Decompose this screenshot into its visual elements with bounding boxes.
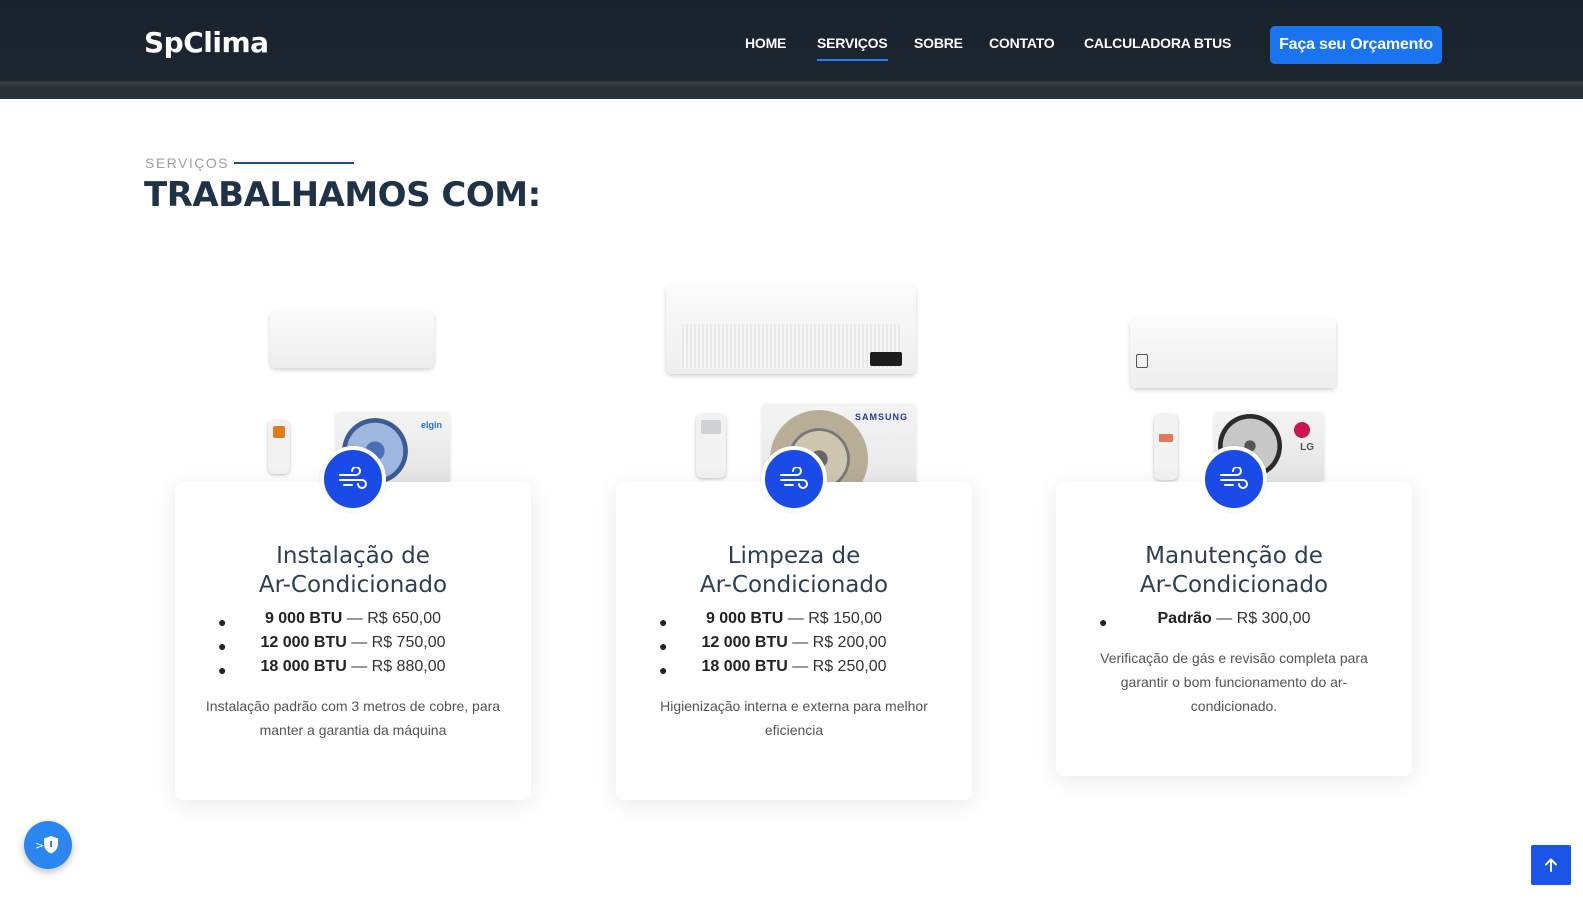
price-list: ● 9 000 BTU — R$ 150,00 ● 12 000 BTU — R$ …: [616, 610, 972, 682]
nav-calculadora-btus[interactable]: CALCULADORA BTUS: [1084, 35, 1231, 51]
card-title: Manutenção de Ar-Condicionado: [1139, 543, 1329, 598]
price-list: ● Padrão — R$ 300,00: [1056, 610, 1412, 634]
price-item: ● 9 000 BTU — R$ 650,00: [218, 610, 442, 630]
brand-label: elgin: [420, 420, 442, 430]
brand-label: LG: [1300, 442, 1314, 453]
back-to-top-button[interactable]: [1531, 845, 1571, 885]
card-description: Verificação de gás e revisão completa pa…: [1100, 650, 1368, 714]
price-list: ● 9 000 BTU — R$ 650,00 ● 12 000 BTU — R$ …: [175, 610, 531, 682]
price-item: ● 12 000 BTU — R$ 200,00: [659, 634, 887, 654]
remote-control: [1154, 414, 1178, 480]
price-item: ● 18 000 BTU — R$ 880,00: [218, 658, 446, 678]
brand-logo[interactable]: SpClima: [144, 26, 269, 59]
svg-text:>: >: [35, 839, 44, 852]
card-description: Higienização interna e externa para melh…: [660, 698, 928, 738]
indoor-unit: [1130, 318, 1336, 388]
wind-icon: [1201, 446, 1267, 512]
brand-label: SAMSUNG: [854, 412, 908, 422]
section-title: TRABALHAMOS COM:: [144, 175, 541, 215]
quote-button[interactable]: Faça seu Orçamento: [1270, 26, 1442, 64]
arrow-up-icon: [1543, 857, 1559, 873]
card-title: Instalação de Ar-Condicionado: [258, 543, 448, 598]
price-item: ● 18 000 BTU — R$ 250,00: [659, 658, 887, 678]
price-item: ● 12 000 BTU — R$ 750,00: [218, 634, 446, 654]
section-kicker: SERVIÇOS: [145, 155, 230, 171]
privacy-shield-button[interactable]: >: [24, 821, 72, 869]
nav-contato[interactable]: CONTATO: [989, 35, 1055, 51]
service-card-instalacao: Instalação de Ar-Condicionado ● 9 000 BTU…: [175, 446, 531, 800]
kicker-divider: [234, 162, 354, 164]
shield-icon: >: [35, 834, 61, 856]
site-header: SpClima HOME SERVIÇOS SOBRE CONTATO CALC…: [0, 0, 1583, 99]
service-card-manutencao: Manutenção de Ar-Condicionado ● Padrão — …: [1056, 446, 1412, 776]
indoor-unit: [666, 284, 916, 374]
nav-sobre[interactable]: SOBRE: [914, 35, 963, 51]
card-title: Limpeza de Ar-Condicionado: [699, 543, 889, 598]
card-description: Instalação padrão com 3 metros de cobre,…: [205, 698, 501, 738]
nav-home[interactable]: HOME: [745, 35, 786, 51]
service-card-limpeza: Limpeza de Ar-Condicionado ● 9 000 BTU — …: [616, 446, 972, 800]
nav-servicos[interactable]: SERVIÇOS: [817, 35, 888, 61]
price-item: ● Padrão — R$ 300,00: [1099, 610, 1311, 630]
indoor-unit: [270, 310, 434, 368]
price-item: ● 9 000 BTU — R$ 150,00: [659, 610, 883, 630]
remote-control: [696, 414, 726, 478]
wind-icon: [761, 446, 827, 512]
remote-control: [268, 420, 290, 474]
wind-icon: [320, 446, 386, 512]
